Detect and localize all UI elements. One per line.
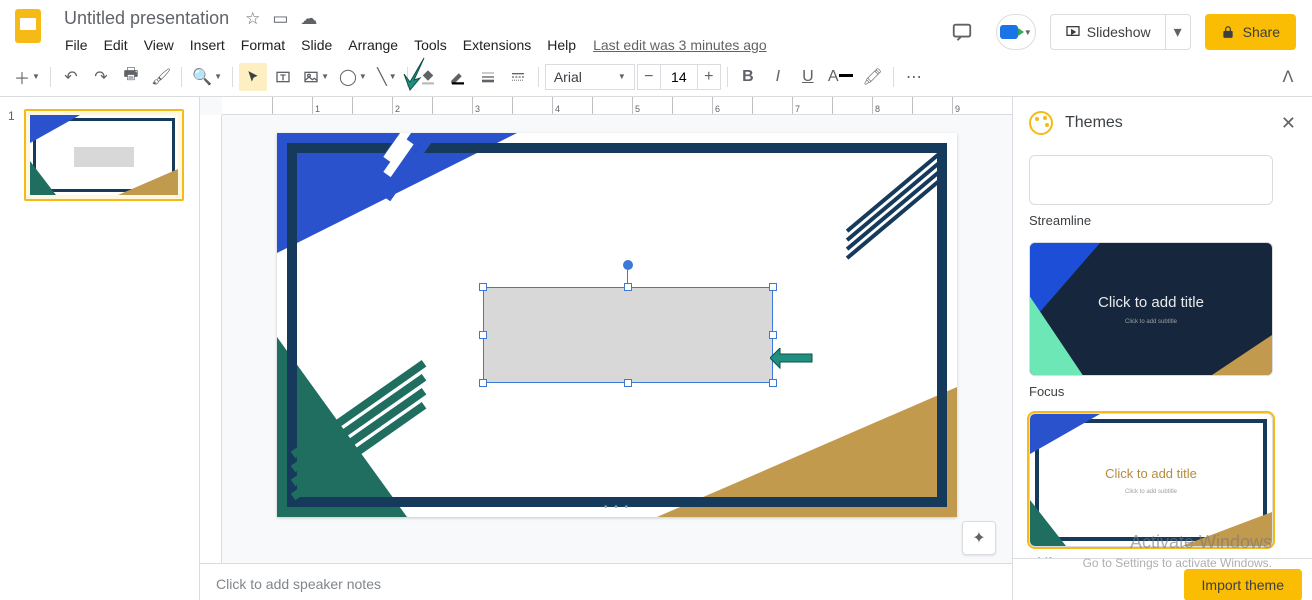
select-tool[interactable]	[239, 63, 267, 91]
rotation-handle[interactable]	[623, 260, 633, 270]
menu-slide[interactable]: Slide	[294, 33, 339, 57]
vertical-ruler	[200, 115, 222, 563]
separator	[538, 67, 539, 87]
resize-handle-sw[interactable]	[479, 379, 487, 387]
menu-file[interactable]: File	[58, 33, 95, 57]
menu-help[interactable]: Help	[540, 33, 583, 57]
separator	[232, 67, 233, 87]
font-size-input[interactable]: 14	[661, 64, 697, 90]
separator	[50, 67, 51, 87]
filmstrip[interactable]: 1	[0, 97, 200, 600]
collapse-toolbar-button[interactable]: ᐱ	[1274, 63, 1302, 91]
share-label: Share	[1243, 24, 1280, 40]
palette-icon	[1029, 111, 1053, 135]
shape-tool[interactable]: ◯▼	[335, 63, 371, 91]
separator	[407, 67, 408, 87]
toolbar: ＋▼ ↶ ↷ 🖶 🖌 🔍▼ ▼ ◯▼ ╲▼ Arial▼ − 14 + B I …	[0, 57, 1312, 97]
preview-title: Click to add title	[1098, 294, 1204, 311]
menu-view[interactable]: View	[137, 33, 181, 57]
separator	[181, 67, 182, 87]
speaker-notes[interactable]: Click to add speaker notes	[200, 563, 1012, 600]
meet-button[interactable]: ▼	[996, 14, 1036, 50]
document-title[interactable]: Untitled presentation	[58, 6, 235, 31]
paint-format-button[interactable]: 🖌	[147, 63, 175, 91]
increase-font-size[interactable]: +	[697, 64, 721, 90]
underline-button[interactable]: U	[794, 63, 822, 91]
close-icon[interactable]: ✕	[1281, 113, 1296, 134]
slideshow-dropdown[interactable]: ▾	[1165, 15, 1190, 49]
border-weight-button[interactable]	[474, 63, 502, 91]
star-icon[interactable]: ☆	[245, 9, 260, 29]
new-slide-button[interactable]: ＋▼	[10, 63, 44, 91]
themes-panel: Themes ✕ Streamline Click to add title C…	[1012, 97, 1312, 600]
resize-handle-s[interactable]	[624, 379, 632, 387]
app-logo[interactable]	[8, 6, 48, 46]
theme-shift-preview[interactable]: Click to add title Click to add subtitle	[1029, 413, 1273, 547]
decrease-font-size[interactable]: −	[637, 64, 661, 90]
border-dash-button[interactable]	[504, 63, 532, 91]
horizontal-ruler: 123456789	[222, 97, 1012, 115]
menu-format[interactable]: Format	[234, 33, 292, 57]
move-icon[interactable]: ▭	[272, 9, 288, 29]
zoom-button[interactable]: 🔍▼	[188, 63, 226, 91]
redo-button[interactable]: ↷	[87, 63, 115, 91]
theme-label: Focus	[1029, 384, 1296, 399]
cloud-icon[interactable]: ☁	[300, 9, 317, 29]
share-button[interactable]: Share	[1205, 14, 1296, 50]
more-tools-button[interactable]: ⋯	[900, 63, 928, 91]
italic-button[interactable]: I	[764, 63, 792, 91]
themes-title: Themes	[1065, 114, 1269, 132]
resize-handle-se[interactable]	[769, 379, 777, 387]
menu-insert[interactable]: Insert	[183, 33, 232, 57]
menu-tools[interactable]: Tools	[407, 33, 454, 57]
splitter-handle[interactable]: • • •	[604, 502, 630, 513]
resize-handle-nw[interactable]	[479, 283, 487, 291]
slide-1[interactable]	[277, 133, 957, 517]
theme-focus-preview[interactable]: Click to add title Click to add subtitle	[1029, 242, 1273, 376]
menu-bar: File Edit View Insert Format Slide Arran…	[52, 31, 942, 57]
font-family-select[interactable]: Arial▼	[545, 64, 635, 90]
slide-canvas[interactable]: • • • ✦	[222, 115, 1012, 563]
theme-streamline-preview[interactable]	[1029, 155, 1273, 205]
text-color-button[interactable]: A	[824, 63, 857, 91]
slideshow-label: Slideshow	[1087, 24, 1151, 40]
last-edit-link[interactable]: Last edit was 3 minutes ago	[585, 33, 775, 57]
comment-history-icon[interactable]	[942, 12, 982, 52]
menu-extensions[interactable]: Extensions	[456, 33, 538, 57]
image-tool[interactable]: ▼	[299, 63, 333, 91]
menu-edit[interactable]: Edit	[97, 33, 135, 57]
decoration	[819, 147, 939, 188]
theme-label: Streamline	[1029, 213, 1296, 228]
slide-thumbnail-1[interactable]	[24, 109, 184, 201]
preview-subtitle: Click to add subtitle	[1125, 319, 1177, 325]
separator	[727, 67, 728, 87]
highlight-button[interactable]: 🖍	[859, 63, 887, 91]
rotation-line	[627, 270, 628, 284]
slide-number: 1	[8, 109, 20, 201]
resize-handle-n[interactable]	[624, 283, 632, 291]
font-family-value: Arial	[554, 69, 582, 85]
textbox-tool[interactable]	[269, 63, 297, 91]
resize-handle-w[interactable]	[479, 331, 487, 339]
bold-button[interactable]: B	[734, 63, 762, 91]
fill-color-button[interactable]	[414, 63, 442, 91]
import-theme-button[interactable]: Import theme	[1184, 569, 1302, 600]
border-color-button[interactable]	[444, 63, 472, 91]
decoration	[387, 149, 427, 185]
resize-handle-e[interactable]	[769, 331, 777, 339]
print-button[interactable]: 🖶	[117, 63, 145, 91]
line-tool[interactable]: ╲▼	[373, 63, 401, 91]
explore-button[interactable]: ✦	[962, 521, 996, 555]
undo-button[interactable]: ↶	[57, 63, 85, 91]
decoration	[293, 445, 453, 507]
separator	[893, 67, 894, 87]
menu-arrange[interactable]: Arrange	[341, 33, 405, 57]
selected-shape[interactable]	[483, 287, 773, 383]
slideshow-button[interactable]: Slideshow	[1051, 15, 1165, 49]
resize-handle-ne[interactable]	[769, 283, 777, 291]
